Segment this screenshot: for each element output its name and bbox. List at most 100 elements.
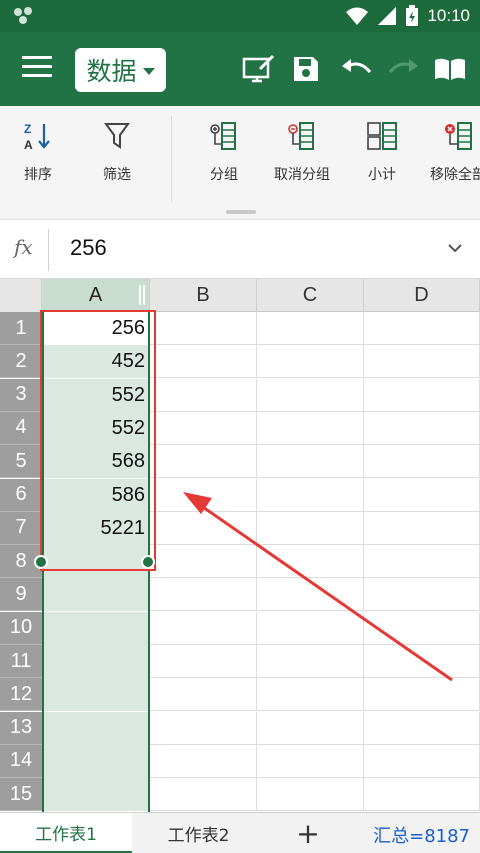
row-header[interactable]: 11 [0, 645, 42, 678]
sheet-tab-1[interactable]: 工作表1 [0, 813, 132, 853]
sort-button[interactable]: Z A 排序 [18, 120, 58, 184]
cell-c14[interactable] [257, 744, 364, 778]
hamburger-icon[interactable] [22, 56, 52, 80]
cell-c4[interactable] [257, 411, 364, 445]
cell-a13[interactable] [42, 711, 150, 745]
formula-input[interactable]: 256 [70, 235, 107, 261]
cell-d2[interactable] [364, 345, 480, 379]
column-header-c[interactable]: C [257, 279, 364, 312]
cell-b13[interactable] [150, 711, 257, 745]
cell-a14[interactable] [42, 744, 150, 778]
cell-d4[interactable] [364, 411, 480, 445]
book-icon[interactable] [433, 54, 467, 84]
cell-d9[interactable] [364, 578, 480, 612]
cell-a9[interactable] [42, 578, 150, 612]
expand-chevron-icon[interactable] [446, 239, 464, 257]
cell-c6[interactable] [257, 478, 364, 512]
cell-a6[interactable]: 586 [42, 478, 150, 512]
cell-b11[interactable] [150, 645, 257, 678]
column-header-a[interactable]: A [42, 279, 150, 312]
cell-a2[interactable]: 452 [42, 345, 150, 379]
cell-a11[interactable] [42, 645, 150, 678]
undo-icon[interactable] [340, 54, 374, 84]
cell-a7[interactable]: 5221 [42, 511, 150, 545]
sheet-tab-2[interactable]: 工作表2 [132, 813, 265, 853]
drag-handle-pill[interactable] [226, 210, 256, 214]
group-button[interactable]: 分组 [204, 120, 244, 184]
ribbon-tab-dropdown[interactable]: 数据 [75, 48, 166, 92]
cell-a15[interactable] [42, 778, 150, 812]
cell-c8[interactable] [257, 545, 364, 579]
spreadsheet-grid[interactable]: A B C D 1 256 2 452 3 552 4 552 5 568 6 586 7 5221 8 9 1… [0, 279, 480, 812]
cell-a4[interactable]: 552 [42, 411, 150, 445]
cell-a8[interactable] [42, 545, 150, 579]
ribbon-drag-handle[interactable] [0, 204, 480, 220]
row-header[interactable]: 2 [0, 345, 42, 379]
row-header[interactable]: 12 [0, 678, 42, 712]
cell-c11[interactable] [257, 645, 364, 678]
add-sheet-button[interactable]: + [293, 817, 323, 850]
cell-c2[interactable] [257, 345, 364, 379]
cell-b8[interactable] [150, 545, 257, 579]
cell-b3[interactable] [150, 378, 257, 412]
cell-d10[interactable] [364, 611, 480, 645]
cell-d13[interactable] [364, 711, 480, 745]
cell-b7[interactable] [150, 511, 257, 545]
cell-c12[interactable] [257, 678, 364, 712]
cell-c3[interactable] [257, 378, 364, 412]
ungroup-button[interactable]: 取消分组 [274, 120, 330, 184]
filter-button[interactable]: 筛选 [97, 120, 137, 184]
cell-b4[interactable] [150, 411, 257, 445]
redo-icon[interactable] [386, 54, 420, 84]
column-resize-handle[interactable] [139, 285, 145, 305]
cell-d6[interactable] [364, 478, 480, 512]
select-all-corner[interactable] [0, 279, 42, 312]
cell-a12[interactable] [42, 678, 150, 712]
cell-b1[interactable] [150, 312, 257, 345]
cell-d15[interactable] [364, 778, 480, 812]
row-header[interactable]: 14 [0, 744, 42, 778]
cell-d7[interactable] [364, 511, 480, 545]
fx-icon[interactable]: fx [14, 235, 33, 259]
row-header[interactable]: 1 [0, 312, 42, 345]
cell-b12[interactable] [150, 678, 257, 712]
cell-d3[interactable] [364, 378, 480, 412]
cell-a3[interactable]: 552 [42, 378, 150, 412]
cell-c9[interactable] [257, 578, 364, 612]
save-icon[interactable] [292, 54, 320, 84]
column-header-b[interactable]: B [150, 279, 257, 312]
cell-d5[interactable] [364, 445, 480, 479]
subtotal-button[interactable]: 小计 [362, 120, 402, 184]
cell-d11[interactable] [364, 645, 480, 678]
cell-c1[interactable] [257, 312, 364, 345]
cell-c13[interactable] [257, 711, 364, 745]
cell-b14[interactable] [150, 744, 257, 778]
cell-a5[interactable]: 568 [42, 445, 150, 479]
cell-b9[interactable] [150, 578, 257, 612]
row-header[interactable]: 3 [0, 378, 42, 412]
cell-d14[interactable] [364, 744, 480, 778]
cell-c5[interactable] [257, 445, 364, 479]
row-header[interactable]: 4 [0, 411, 42, 445]
sum-status[interactable]: 汇总=8187 [373, 822, 470, 848]
cell-b10[interactable] [150, 611, 257, 645]
cell-a1[interactable]: 256 [42, 312, 150, 345]
cell-a10[interactable] [42, 611, 150, 645]
cell-b15[interactable] [150, 778, 257, 812]
selection-handle-left[interactable] [34, 555, 48, 569]
row-header[interactable]: 5 [0, 445, 42, 479]
row-header[interactable]: 9 [0, 578, 42, 612]
remove-all-button[interactable]: 移除全部 [430, 120, 480, 184]
row-header[interactable]: 6 [0, 478, 42, 512]
cell-b6[interactable] [150, 478, 257, 512]
column-header-d[interactable]: D [364, 279, 480, 312]
row-header[interactable]: 7 [0, 511, 42, 545]
cell-d1[interactable] [364, 312, 480, 345]
row-header[interactable]: 10 [0, 611, 42, 645]
cell-b5[interactable] [150, 445, 257, 479]
row-header[interactable]: 13 [0, 711, 42, 745]
cell-d8[interactable] [364, 545, 480, 579]
cell-c7[interactable] [257, 511, 364, 545]
cell-d12[interactable] [364, 678, 480, 712]
cell-c15[interactable] [257, 778, 364, 812]
